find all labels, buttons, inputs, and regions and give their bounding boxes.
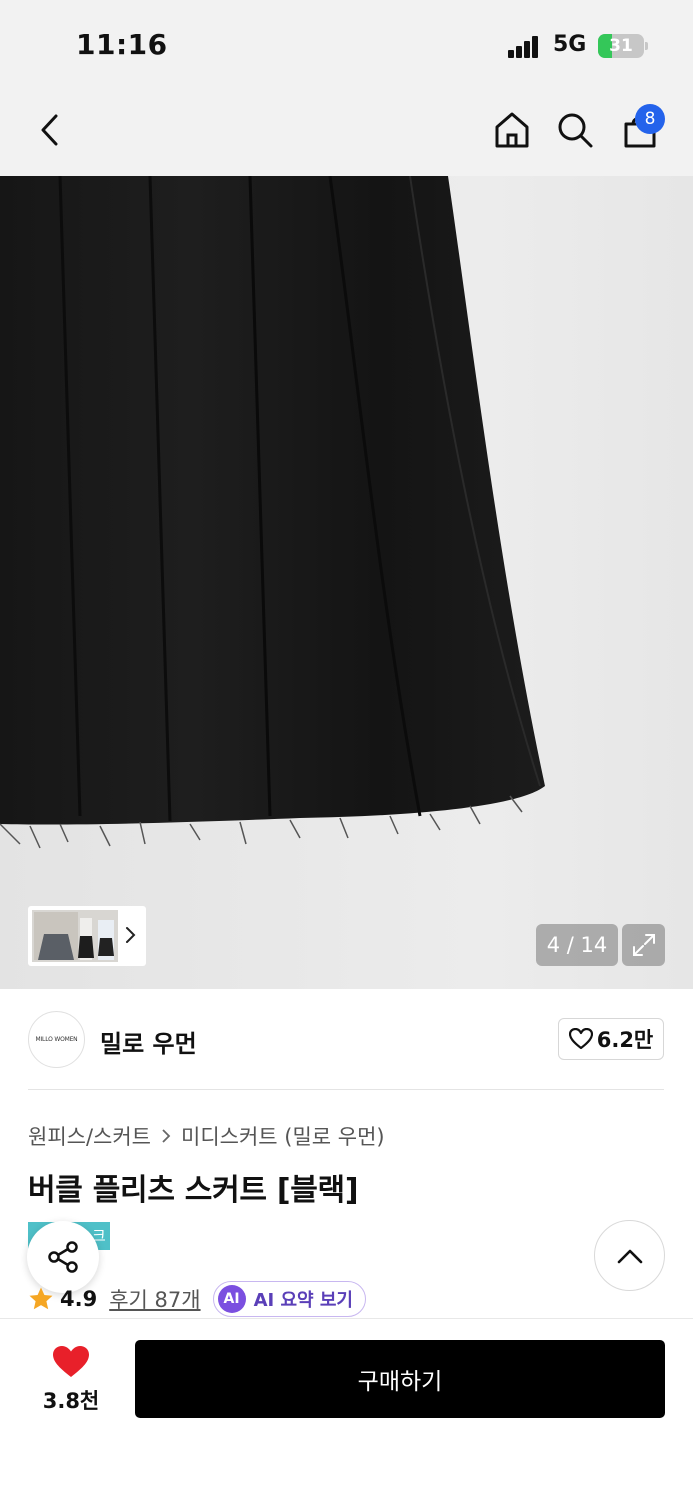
status-bar: 11:16 5G 31 (0, 0, 693, 88)
product-title: 버클 플리츠 스커트 [블랙] (28, 1173, 359, 1208)
skirt-photo (0, 176, 545, 849)
top-nav-bar (0, 88, 693, 176)
battery-level: 31 (609, 36, 633, 56)
ai-icon: AI (217, 1285, 246, 1313)
heart-outline-icon (568, 1028, 593, 1050)
divider (28, 1089, 664, 1090)
ai-summary-label: AI 요약 보기 (253, 1290, 353, 1311)
ai-summary-button[interactable]: AI AI 요약 보기 (212, 1281, 366, 1317)
signal-icon (508, 36, 540, 58)
chevron-right-icon (162, 1129, 171, 1143)
search-button[interactable] (551, 106, 599, 154)
buy-button[interactable]: 구매하기 (135, 1340, 665, 1418)
chevron-left-icon (41, 114, 58, 146)
share-icon (48, 1241, 78, 1273)
network-type: 5G (553, 32, 587, 57)
brand-logo[interactable]: MILLO WOMEN (28, 1011, 85, 1068)
battery-icon: 31 (598, 34, 644, 58)
product-image[interactable] (0, 176, 693, 989)
breadcrumb-item[interactable]: 원피스/스커트 (28, 1121, 151, 1151)
star-icon (29, 1287, 53, 1310)
image-counter: 4 / 14 (536, 924, 618, 966)
heart-filled-icon[interactable] (52, 1345, 90, 1379)
home-icon (495, 112, 529, 148)
chevron-right-icon (126, 927, 136, 943)
breadcrumb-item[interactable]: 미디스커트 (밀로 우먼) (181, 1121, 385, 1151)
rating-row: 4.9 후기 87개 AI AI 요약 보기 (28, 1281, 366, 1317)
brand-name[interactable]: 밀로 우먼 (100, 1024, 197, 1059)
expand-button[interactable] (622, 924, 665, 966)
brand-like-button[interactable]: 6.2만 (558, 1018, 664, 1060)
scroll-top-button[interactable] (594, 1220, 665, 1291)
thumbnail-strip[interactable] (28, 906, 146, 966)
chevron-up-icon (617, 1249, 642, 1263)
back-button[interactable] (26, 106, 74, 154)
rating-value: 4.9 (60, 1287, 98, 1311)
brand-like-count: 6.2만 (596, 1028, 654, 1052)
thumbnail-preview (32, 910, 118, 962)
review-link[interactable]: 후기 87개 (109, 1284, 200, 1314)
search-icon (558, 113, 593, 148)
expand-icon (632, 934, 655, 956)
status-time: 11:16 (76, 28, 168, 61)
battery-cap (645, 42, 648, 50)
cart-count-badge: 8 (635, 104, 665, 134)
breadcrumb: 원피스/스커트 미디스커트 (밀로 우먼) (28, 1121, 385, 1151)
wish-count: 3.8천 (42, 1389, 100, 1413)
home-button[interactable] (488, 106, 536, 154)
